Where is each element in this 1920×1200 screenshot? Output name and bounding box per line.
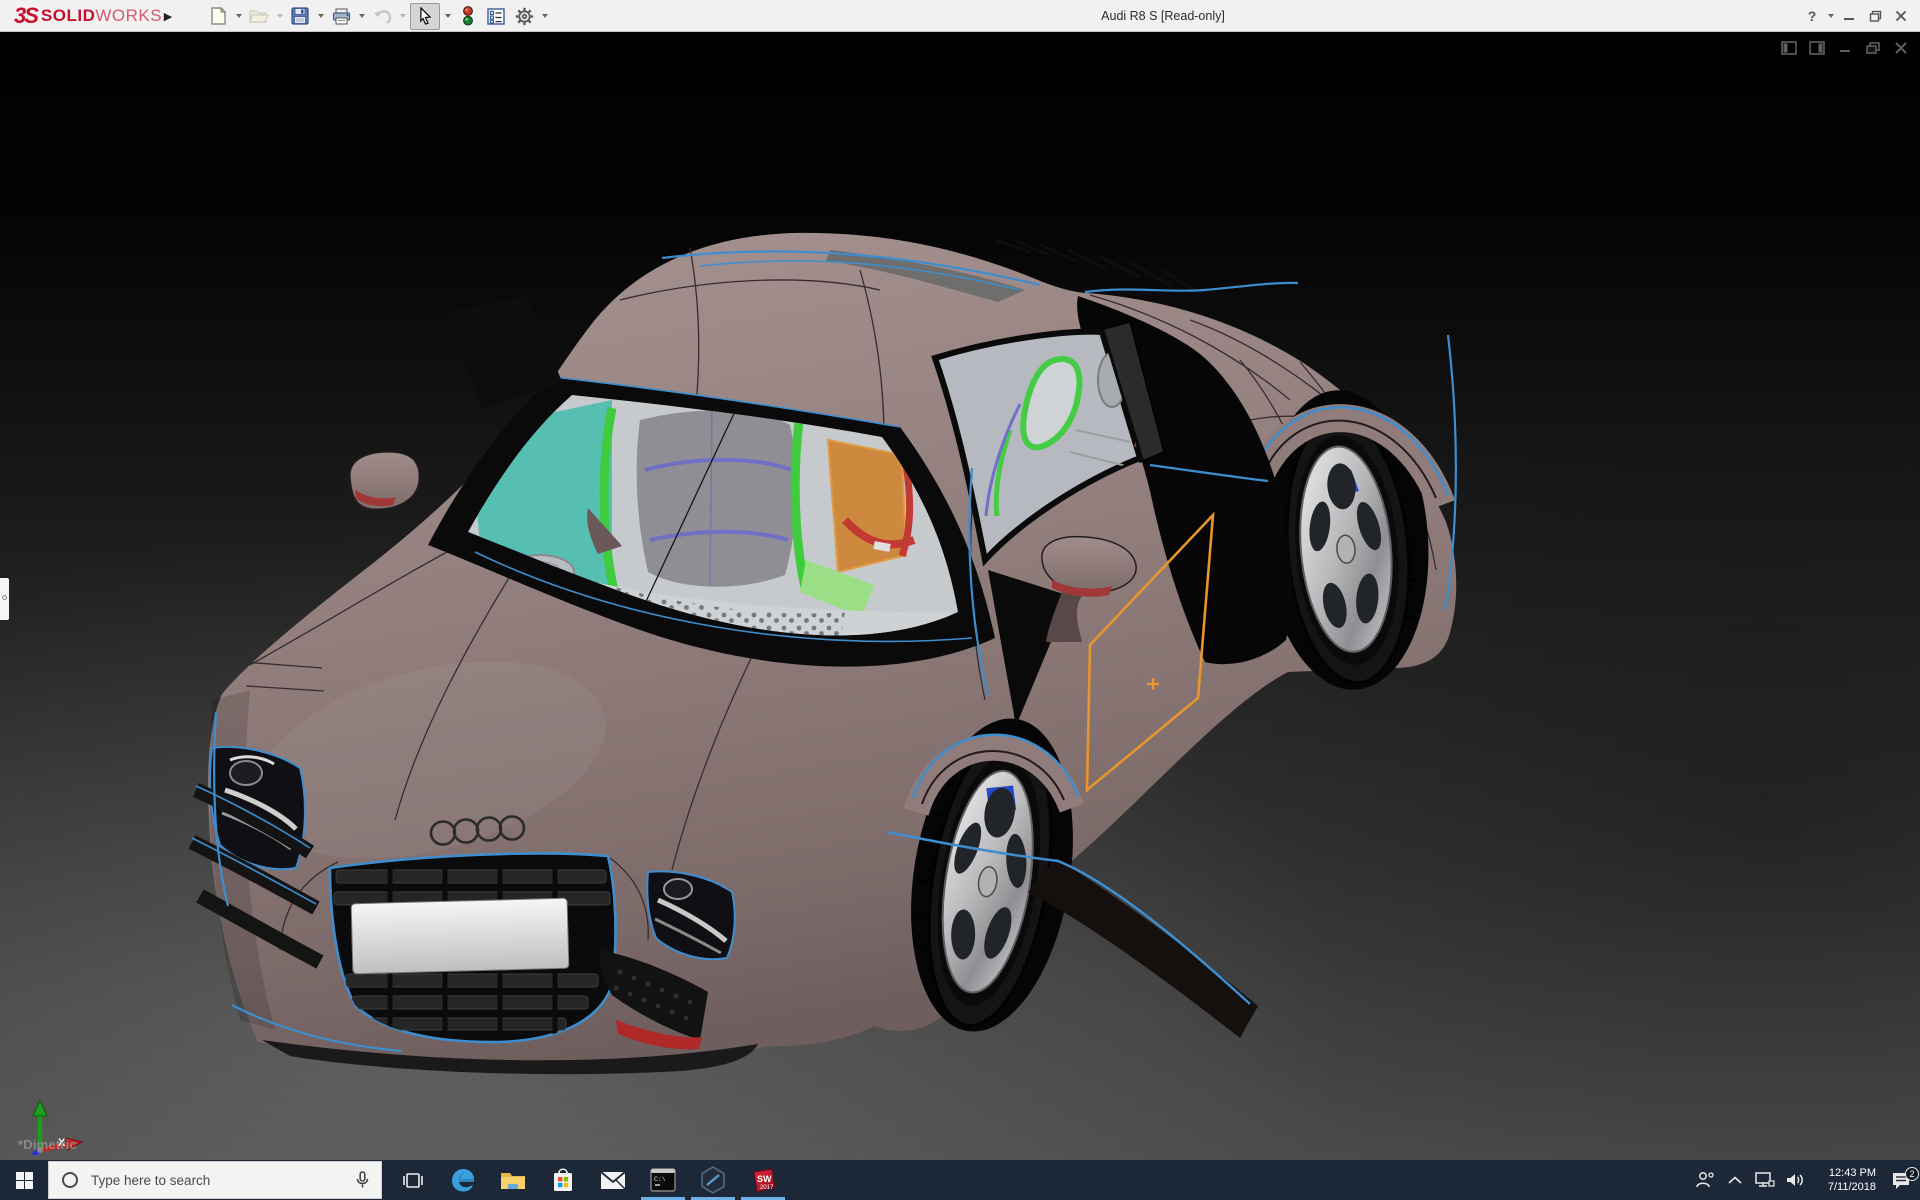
command-prompt-icon: C:\ xyxy=(650,1168,676,1192)
select-cursor-icon xyxy=(418,7,433,25)
save-dropdown[interactable] xyxy=(315,3,326,29)
taskbar-store-button[interactable] xyxy=(538,1160,588,1200)
search-placeholder-text: Type here to search xyxy=(91,1173,356,1188)
solidworks-logo-solid: SOLID xyxy=(41,6,95,26)
car-model-3d[interactable] xyxy=(0,32,1920,1160)
cmd-glyph: C:\ xyxy=(654,1176,666,1183)
network-button[interactable] xyxy=(1750,1160,1780,1200)
undo-button[interactable] xyxy=(369,3,395,29)
license-plate xyxy=(351,898,569,974)
solidworks-logo-mark: 3S xyxy=(14,3,37,29)
taskbar-edge-button[interactable] xyxy=(438,1160,488,1200)
windows-taskbar: Type here to search xyxy=(0,1160,1920,1200)
taskbar-file-explorer-button[interactable] xyxy=(488,1160,538,1200)
featuremanager-collapsed-tab[interactable] xyxy=(0,578,9,620)
help-dropdown[interactable] xyxy=(1825,3,1836,29)
task-view-icon xyxy=(403,1172,423,1189)
save-floppy-icon xyxy=(291,7,309,25)
options-dropdown[interactable] xyxy=(539,3,550,29)
help-button[interactable]: ? xyxy=(1799,0,1825,32)
taskbar-search-box[interactable]: Type here to search xyxy=(48,1161,382,1199)
volume-button[interactable] xyxy=(1780,1160,1810,1200)
start-button[interactable] xyxy=(0,1160,48,1200)
graphics-viewport[interactable]: X *Dimetric xyxy=(0,32,1920,1160)
view-orientation-label: *Dimetric xyxy=(18,1137,77,1152)
save-button[interactable] xyxy=(287,3,313,29)
windows-logo-icon xyxy=(16,1172,33,1189)
print-button[interactable] xyxy=(328,3,354,29)
open-button[interactable] xyxy=(246,3,272,29)
hexagon-app-icon xyxy=(700,1166,726,1194)
menu-flyout-arrow-icon[interactable]: ▶ xyxy=(158,0,178,32)
open-dropdown[interactable] xyxy=(274,3,285,29)
file-explorer-icon xyxy=(500,1169,526,1191)
title-bar: 3S SOLID WORKS ▶ xyxy=(0,0,1920,32)
restore-icon xyxy=(1869,10,1882,22)
taskbar-app-icons: C:\ SW 2017 xyxy=(388,1160,788,1200)
people-icon xyxy=(1695,1171,1715,1189)
taskbar-clock[interactable]: 12:43 PM 7/11/2018 xyxy=(1814,1166,1876,1194)
options-button[interactable] xyxy=(511,3,537,29)
document-minimize-icon[interactable] xyxy=(1836,40,1854,56)
rebuild-button[interactable] xyxy=(455,3,481,29)
microphone-icon[interactable] xyxy=(356,1171,369,1189)
action-center-button[interactable]: 2 xyxy=(1882,1160,1920,1200)
notification-badge: 2 xyxy=(1905,1167,1919,1181)
new-document-icon xyxy=(210,7,227,25)
solidworks-logo: 3S SOLID WORKS xyxy=(14,0,162,32)
print-dropdown[interactable] xyxy=(356,3,367,29)
open-folder-icon xyxy=(249,8,269,24)
undo-arrow-icon xyxy=(373,9,392,24)
restore-button[interactable] xyxy=(1862,0,1888,32)
quick-access-toolbar xyxy=(205,0,550,32)
clock-time: 12:43 PM xyxy=(1814,1166,1876,1180)
rebuild-trafficlight-icon xyxy=(462,6,474,26)
undo-dropdown[interactable] xyxy=(397,3,408,29)
minimize-button[interactable] xyxy=(1836,0,1862,32)
people-button[interactable] xyxy=(1690,1160,1720,1200)
tray-overflow-button[interactable] xyxy=(1720,1160,1750,1200)
chevron-up-icon xyxy=(1728,1176,1742,1185)
featuremanager-tab-dot xyxy=(2,595,7,600)
select-tool-button[interactable] xyxy=(410,3,440,30)
edge-icon xyxy=(450,1167,476,1193)
new-dropdown[interactable] xyxy=(233,3,244,29)
front-grille xyxy=(330,853,615,1042)
print-icon xyxy=(332,8,351,25)
select-dropdown[interactable] xyxy=(442,3,453,29)
dock-pane-right-icon[interactable] xyxy=(1808,40,1826,56)
properties-button[interactable] xyxy=(483,3,509,29)
taskbar-solidworks-button[interactable]: SW 2017 xyxy=(738,1160,788,1200)
document-window-controls xyxy=(1780,40,1910,56)
sw-year: 2017 xyxy=(760,1185,774,1191)
taskbar-hexagon-app-button[interactable] xyxy=(688,1160,738,1200)
window-controls: ? xyxy=(1799,0,1914,32)
document-restore-icon[interactable] xyxy=(1864,40,1882,56)
close-icon xyxy=(1895,10,1907,22)
window-title: Audi R8 S [Read-only] xyxy=(1101,9,1225,23)
cortana-icon xyxy=(62,1172,78,1188)
ethernet-icon xyxy=(1755,1172,1775,1189)
solidworks-2017-icon: SW 2017 xyxy=(750,1167,777,1194)
sw-glyph: SW xyxy=(757,1174,772,1184)
task-view-button[interactable] xyxy=(388,1160,438,1200)
minimize-icon xyxy=(1843,10,1855,22)
rocker-shadow xyxy=(1028,858,1258,1038)
document-close-icon[interactable] xyxy=(1892,40,1910,56)
dock-pane-left-icon[interactable] xyxy=(1780,40,1798,56)
options-gear-icon xyxy=(515,7,534,26)
properties-list-icon xyxy=(487,8,505,25)
taskbar-mail-button[interactable] xyxy=(588,1160,638,1200)
clock-date: 7/11/2018 xyxy=(1814,1180,1876,1194)
mail-icon xyxy=(600,1171,626,1190)
microsoft-store-icon xyxy=(551,1167,575,1193)
new-document-button[interactable] xyxy=(205,3,231,29)
speaker-icon xyxy=(1786,1172,1805,1188)
close-button[interactable] xyxy=(1888,0,1914,32)
system-tray: 12:43 PM 7/11/2018 2 xyxy=(1690,1160,1920,1200)
solidworks-logo-works: WORKS xyxy=(95,6,162,26)
taskbar-cmd-button[interactable]: C:\ xyxy=(638,1160,688,1200)
